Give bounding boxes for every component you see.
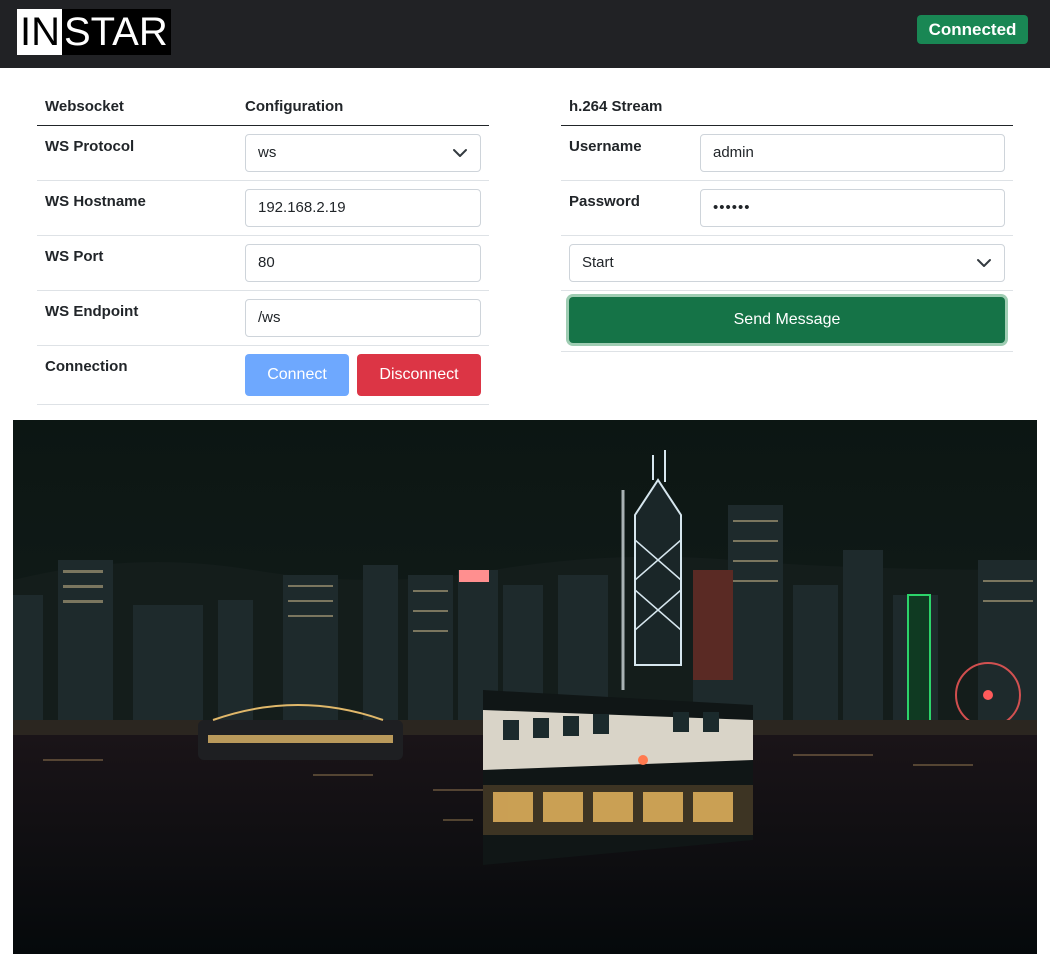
chevron-down-icon bbox=[453, 148, 467, 157]
table-header-row: Websocket Configuration bbox=[37, 80, 489, 126]
websocket-config-table: Websocket Configuration WS Protocol ws W… bbox=[37, 80, 489, 405]
ws-hostname-label: WS Hostname bbox=[37, 180, 237, 236]
password-label: Password bbox=[561, 180, 692, 236]
stream-title: h.264 Stream bbox=[561, 80, 1013, 126]
table-row: WS Protocol ws bbox=[37, 125, 489, 181]
harbour-night-image bbox=[13, 420, 1037, 954]
stream-action-select[interactable]: Start bbox=[569, 243, 1005, 282]
h264-stream-table: h.264 Stream Username admin Password •••… bbox=[561, 80, 1013, 352]
column-header-websocket: Websocket bbox=[37, 80, 237, 126]
table-row: WS Endpoint /ws bbox=[37, 290, 489, 346]
disconnect-button[interactable]: Disconnect bbox=[357, 353, 481, 396]
instar-logo[interactable]: IN STAR bbox=[17, 9, 171, 55]
send-message-button[interactable]: Send Message bbox=[569, 296, 1005, 343]
ws-port-label: WS Port bbox=[37, 235, 237, 291]
ws-endpoint-input[interactable]: /ws bbox=[245, 298, 481, 337]
connection-status-badge: Connected bbox=[917, 15, 1028, 44]
column-header-configuration: Configuration bbox=[237, 80, 489, 126]
ws-protocol-label: WS Protocol bbox=[37, 125, 237, 181]
table-row: WS Port 80 bbox=[37, 235, 489, 291]
username-label: Username bbox=[561, 125, 692, 181]
logo-star-text: STAR bbox=[62, 9, 171, 55]
username-input[interactable]: admin bbox=[700, 133, 1005, 172]
table-row: WS Hostname 192.168.2.19 bbox=[37, 180, 489, 236]
ws-port-input[interactable]: 80 bbox=[245, 243, 481, 282]
table-row: Username admin bbox=[561, 125, 1013, 181]
table-header-row: h.264 Stream bbox=[561, 80, 1013, 126]
ws-protocol-select[interactable]: ws bbox=[245, 133, 481, 172]
ws-endpoint-label: WS Endpoint bbox=[37, 290, 237, 346]
table-row: Connection Connect Disconnect bbox=[37, 345, 489, 405]
connection-label: Connection bbox=[37, 345, 237, 405]
video-stream[interactable] bbox=[13, 420, 1037, 954]
top-navbar: IN STAR Connected bbox=[0, 0, 1050, 68]
ws-hostname-input[interactable]: 192.168.2.19 bbox=[245, 188, 481, 227]
table-row: Start bbox=[561, 235, 1013, 291]
table-row: Password •••••• bbox=[561, 180, 1013, 236]
password-input[interactable]: •••••• bbox=[700, 188, 1005, 227]
chevron-down-icon bbox=[977, 258, 991, 267]
logo-in-text: IN bbox=[17, 9, 62, 55]
ws-protocol-value: ws bbox=[258, 143, 277, 161]
connect-button[interactable]: Connect bbox=[245, 353, 349, 396]
table-row: Send Message bbox=[561, 290, 1013, 352]
stream-action-value: Start bbox=[582, 253, 614, 271]
